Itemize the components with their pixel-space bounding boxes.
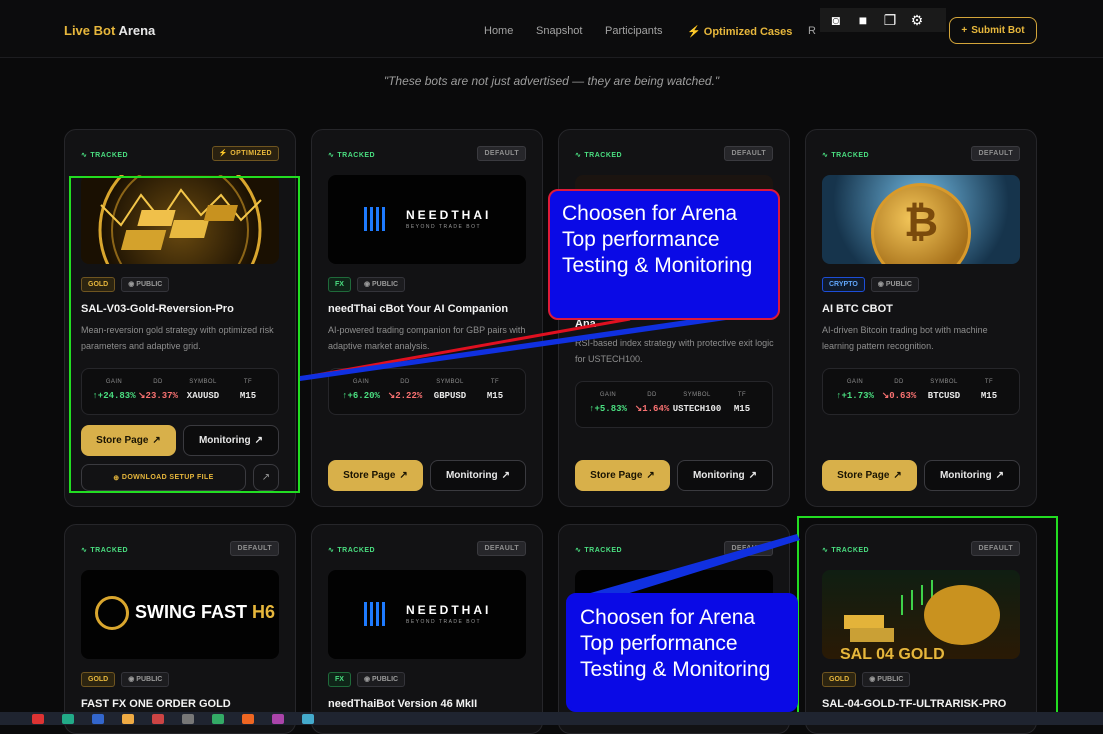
annotation-callout: Choosen for Arena Top performance Testin… [566, 593, 798, 712]
os-taskbar [0, 712, 1103, 725]
app-icon [182, 713, 194, 724]
annotation-callout: Choosen for Arena Top performance Testin… [548, 189, 780, 320]
app-icon [212, 713, 224, 724]
app-icon [242, 713, 254, 724]
app-icon [62, 713, 74, 724]
app-icon [122, 713, 134, 724]
app-icon [92, 713, 104, 724]
app-icon [32, 713, 44, 724]
app-icon [302, 713, 314, 724]
annotation-arrows [299, 313, 800, 610]
app-icon [152, 713, 164, 724]
app-icon [272, 713, 284, 724]
